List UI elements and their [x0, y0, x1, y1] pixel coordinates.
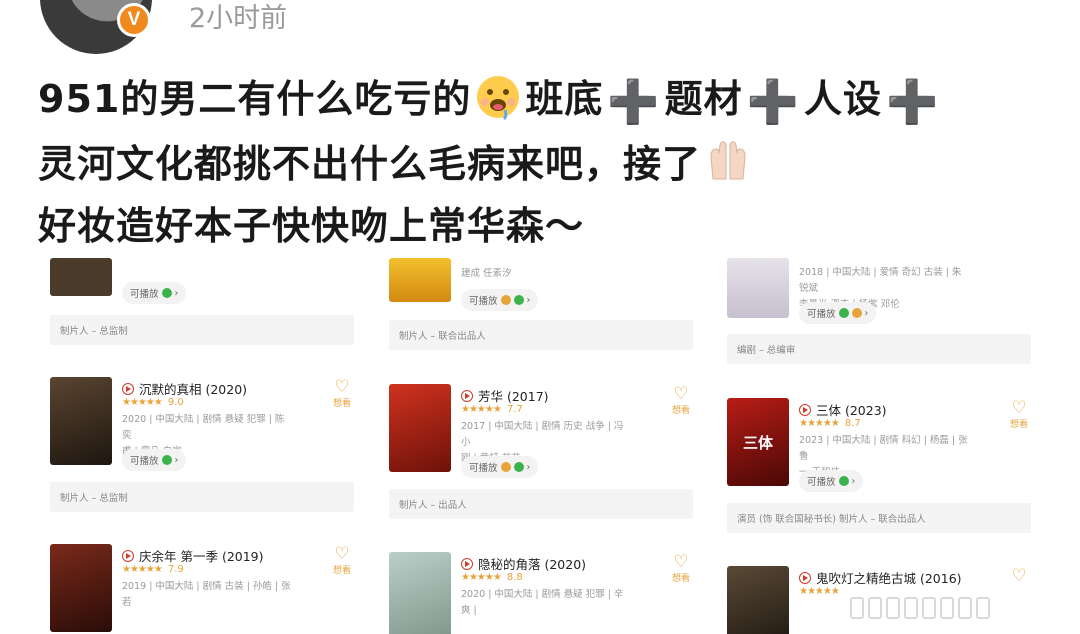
play-icon [122, 550, 134, 562]
poster-thumbnail [50, 544, 112, 632]
movie-meta: 2019 | 中国大陆 | 剧情 古装 | 孙皓 | 张若 [122, 581, 291, 608]
platform-icon [161, 455, 172, 465]
poster-thumbnail [389, 552, 451, 634]
poster-thumbnail [727, 258, 789, 318]
chevron-right-icon: › [526, 294, 531, 306]
play-icon [799, 404, 811, 416]
playable-button[interactable]: 可播放 › [461, 289, 539, 311]
post-line-2: 灵河文化都挑不出什么毛病来吧，接了 [38, 133, 1048, 195]
poster-thumbnail [389, 258, 451, 302]
platform-icon [500, 462, 511, 472]
movie-title: 芳华 (2017) [478, 389, 549, 404]
poster-thumbnail [727, 566, 789, 634]
poster-thumbnail: 三体 [727, 398, 789, 486]
movie-meta: 2020 | 中国大陆 | 剧情 悬疑 犯罪 | 陈奕 [122, 414, 285, 441]
rating: ★★★★★ 8.8 [461, 572, 523, 583]
post-text-segment: 班底 [525, 77, 604, 121]
platform-icon [513, 295, 524, 305]
want-to-watch-button[interactable]: ♡ 想看 [330, 377, 354, 410]
play-icon [461, 558, 473, 570]
playable-button[interactable]: 可播放 › [122, 282, 187, 304]
heart-plus-icon: ♡ [1011, 398, 1027, 418]
movie-meta: 2023 | 中国大陆 | 剧情 科幻 | 杨磊 | 张鲁 [799, 435, 968, 462]
movie-title: 沉默的真相 (2020) [139, 382, 248, 397]
chevron-right-icon: › [174, 454, 179, 466]
movie-meta: 建成 任素汐 [461, 268, 512, 279]
want-to-watch-button[interactable]: ♡ 想看 [330, 544, 354, 577]
playable-button[interactable]: 可播放 › [799, 302, 877, 324]
heart-plus-icon: ♡ [673, 384, 689, 404]
movie-title: 三体 (2023) [816, 403, 887, 418]
platform-icon [161, 288, 172, 298]
drooling-face-icon [477, 76, 520, 120]
plus-icon: ➕ [607, 76, 661, 126]
rating: ★★★★★ 8.7 [799, 418, 861, 429]
heart-plus-icon: ♡ [673, 552, 689, 572]
want-to-watch-button[interactable]: ♡ 想看 [669, 552, 693, 585]
watermark-logo [850, 582, 1080, 634]
platform-icon [500, 295, 511, 305]
role-label: 制片人 – 联合出品人 [389, 320, 693, 350]
role-label: 编剧 – 总编审 [727, 334, 1031, 364]
movie-meta: 2018 | 中国大陆 | 爱情 奇幻 古装 | 朱锐斌 [799, 267, 962, 294]
platform-icon [838, 476, 849, 486]
rating: ★★★★★ 7.9 [122, 564, 184, 575]
post-line-1: 951的男二有什么吃亏的 班底➕ 题材➕ 人设➕ [38, 68, 1048, 133]
playable-button[interactable]: 可播放 › [122, 449, 187, 471]
poster-thumbnail [50, 258, 112, 296]
movie-title: 庆余年 第一季 (2019) [139, 549, 264, 564]
poster-thumbnail [50, 377, 112, 465]
role-label: 演员 (饰 联合国秘书长) 制片人 – 联合出品人 [727, 503, 1031, 533]
rating: ★★★★★ 7.7 [461, 404, 523, 415]
heart-plus-icon: ♡ [334, 544, 350, 564]
chevron-right-icon: › [851, 475, 856, 487]
want-to-watch-button[interactable]: ♡ 想看 [669, 384, 693, 417]
post-time: 2小时前 [189, 3, 288, 34]
rating: ★★★★★ [799, 586, 840, 597]
attached-images: 可播放 › 制片人 – 总监制 沉默的真相 (2020) ★★★★★ 9.0 202… [0, 258, 1080, 634]
role-label: 制片人 – 总监制 [50, 315, 354, 345]
image-column-3[interactable]: 2018 | 中国大陆 | 爱情 奇幻 古装 | 朱锐斌李曼光 滑丰 | 杨紫 … [727, 258, 1047, 634]
platform-icon [851, 308, 862, 318]
movie-meta: 2017 | 中国大陆 | 剧情 历史 战争 | 冯小 [461, 421, 624, 448]
playable-button[interactable]: 可播放 › [799, 470, 864, 492]
movie-title: 隐秘的角落 (2020) [478, 557, 587, 572]
weibo-post: V 2小时前 951的男二有什么吃亏的 班底➕ 题材➕ 人设➕ 灵河文化都挑不出什么… [0, 0, 1080, 634]
post-text-segment: 951的男二有什么吃亏的 [38, 77, 472, 121]
playable-button[interactable]: 可播放 › [461, 456, 539, 478]
play-icon [799, 572, 811, 584]
rating: ★★★★★ 9.0 [122, 397, 184, 408]
post-text-segment: 人设 [803, 77, 882, 121]
poster-thumbnail [389, 384, 451, 472]
plus-icon: ➕ [746, 76, 800, 126]
post-text: 951的男二有什么吃亏的 班底➕ 题材➕ 人设➕ 灵河文化都挑不出什么毛病来吧，接了… [38, 68, 1048, 257]
chevron-right-icon: › [864, 307, 869, 319]
raised-hands-icon [710, 140, 746, 179]
image-column-2[interactable]: 建成 任素汐 可播放 › 制片人 – 联合出品人 芳华 (2017) ★★★★★ 7… [389, 258, 709, 634]
post-text-segment: 好妆造好本子快快吻上常华森～ [38, 203, 585, 248]
platform-icon [838, 308, 849, 318]
want-to-watch-button[interactable]: ♡ 想看 [1007, 398, 1031, 431]
role-label: 制片人 – 总监制 [50, 482, 354, 512]
chevron-right-icon: › [526, 461, 531, 473]
post-text-segment: 灵河文化都挑不出什么毛病来吧，接了 [38, 141, 702, 186]
chevron-right-icon: › [174, 287, 179, 299]
image-column-1[interactable]: 可播放 › 制片人 – 总监制 沉默的真相 (2020) ★★★★★ 9.0 202… [50, 258, 370, 634]
heart-plus-icon: ♡ [334, 377, 350, 397]
movie-meta: 2020 | 中国大陆 | 剧情 悬疑 犯罪 | 辛爽 | [461, 589, 624, 616]
plus-icon: ➕ [885, 76, 940, 126]
verified-badge-icon: V [117, 3, 151, 37]
post-text-segment: 题材 [664, 77, 743, 121]
play-icon [122, 383, 134, 395]
play-icon [461, 390, 473, 402]
post-line-3: 好妆造好本子快快吻上常华森～ [38, 195, 1048, 257]
platform-icon [513, 462, 524, 472]
role-label: 制片人 – 出品人 [389, 489, 693, 519]
